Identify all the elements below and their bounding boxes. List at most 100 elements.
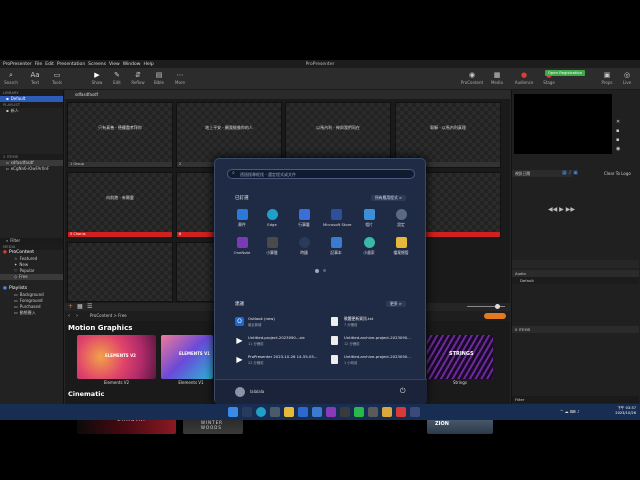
teams-icon[interactable] — [326, 407, 336, 417]
audio-layer-icon[interactable]: ◉ — [616, 145, 620, 154]
start-search-input[interactable]: 透過搜尋框找 - 選定程式或文件 — [227, 169, 415, 179]
output-preview — [514, 94, 612, 154]
page-dot[interactable] — [315, 269, 319, 273]
rec-item[interactable]: 軟體更新資訊.txt 7 分鐘前 — [331, 316, 421, 330]
app-edge[interactable]: Edge — [259, 209, 285, 227]
clock[interactable]: 下午 03:37 2023/10/26 — [615, 406, 636, 416]
slide-row3[interactable] — [67, 242, 173, 302]
all-apps-button[interactable]: 所有應用程式 > — [371, 195, 407, 201]
file-icon — [331, 336, 338, 345]
rec-item[interactable]: ▶ ProPresenter 2023-10-26 14-55-05... 22 分… — [235, 354, 325, 368]
edge-icon[interactable] — [256, 407, 266, 417]
layer-icons[interactable]: ▦ ♪ ▣ — [562, 170, 578, 176]
tag-icon: ◇ — [14, 274, 18, 279]
app-photos[interactable]: 相片 — [356, 209, 382, 228]
slide-5[interactable]: 向前跑 · 有屬靈 5 Chorus — [67, 172, 173, 238]
power-icon[interactable]: ⏻ — [400, 387, 406, 396]
app-calculator[interactable]: 小算盤 — [259, 237, 285, 256]
search-icon[interactable] — [242, 407, 252, 417]
caption-strings: Strings — [452, 380, 468, 385]
procontent-account-button[interactable] — [484, 313, 506, 319]
open-registration-button[interactable]: Open Registration — [545, 70, 585, 76]
bible-button[interactable]: ▤ Bible — [150, 71, 168, 85]
rec-item[interactable]: Untitled-archive-project-2023090... 1 小時前 — [331, 354, 421, 368]
app-paint[interactable]: 小畫家 — [356, 237, 382, 256]
grid-view-icon[interactable]: ▦ — [77, 303, 83, 310]
app-notepad[interactable]: 記事本 — [323, 237, 349, 256]
thumb-elements-v2[interactable]: ELEMENTS V2 — [77, 335, 156, 379]
app-icon[interactable] — [382, 407, 392, 417]
edge-icon — [266, 209, 278, 220]
calculator-icon — [266, 237, 278, 248]
app-onenote[interactable]: OneNote — [229, 237, 255, 255]
back-icon[interactable]: ‹ — [68, 313, 70, 319]
start-icon[interactable] — [228, 407, 238, 417]
app-icon[interactable] — [368, 407, 378, 417]
mail-icon — [236, 209, 248, 220]
more-button[interactable]: ⋯ More — [171, 71, 189, 85]
text-layer-icon[interactable]: ✕ — [616, 118, 620, 127]
clock-icon — [298, 237, 310, 248]
video-icon: ▶ — [236, 355, 243, 364]
app-settings[interactable]: 設定 — [388, 209, 414, 228]
folder-icon[interactable] — [284, 407, 294, 417]
app-calendar[interactable]: 行事曆 — [291, 209, 317, 228]
doc-icon: ▫ — [6, 166, 9, 171]
file-icon — [331, 317, 338, 326]
task-view-icon[interactable] — [270, 407, 280, 417]
add-icon[interactable]: + — [68, 303, 73, 310]
live-button[interactable]: ◎ Live — [618, 71, 636, 85]
zoom-slider-knob[interactable] — [495, 304, 500, 309]
more-button[interactable]: 更多 > — [386, 301, 406, 307]
media-layer-icon[interactable]: ▪ — [616, 136, 620, 145]
right-panel: ✕ ▪ ▪ ◉ 視訊已關 ▦ ♪ ▣ Clear To Logo ◀◀ ▶ ▶▶… — [511, 90, 640, 404]
show-button[interactable]: ▶ Show — [88, 71, 106, 85]
rewind-icon[interactable]: ◀◀ — [548, 206, 557, 213]
audio-default[interactable]: Default — [512, 277, 639, 284]
app-icon[interactable] — [410, 407, 420, 417]
avatar[interactable] — [235, 387, 245, 397]
list-view-icon[interactable]: ☰ — [87, 303, 92, 310]
page-dot[interactable] — [323, 269, 326, 272]
play-icon[interactable]: ▶ — [559, 206, 564, 213]
slide-1[interactable]: 只有真善 · 德權盡孝拜你 1 Group — [67, 102, 173, 168]
forward-icon[interactable]: › — [76, 313, 78, 319]
user-name[interactable]: lalalala — [250, 389, 264, 394]
propresenter-icon[interactable] — [396, 407, 406, 417]
audience-button[interactable]: ● Audience — [514, 71, 534, 85]
thumb-elements-v1[interactable]: ELEMENTS V1 — [161, 335, 213, 379]
calendar-icon — [298, 209, 310, 220]
lock-icon[interactable]: ▪ — [616, 127, 620, 136]
clear-to-logo-button[interactable]: Clear To Logo — [604, 171, 631, 176]
app-clock[interactable]: 時鐘 — [291, 237, 317, 256]
app-store[interactable]: Microsoft Store — [323, 209, 352, 227]
tools-button[interactable]: ▭ Tools — [48, 71, 66, 85]
edit-button[interactable]: ✎ Edit — [108, 71, 126, 85]
line-icon[interactable] — [354, 407, 364, 417]
search-button[interactable]: ⌕ Search — [2, 71, 20, 85]
tray-icons[interactable]: ^ ☁ ⌨ ♪ — [560, 409, 580, 414]
rec-item[interactable]: O Outlook (new) 最近新增 — [235, 316, 325, 330]
windows-taskbar: ^ ☁ ⌨ ♪ 下午 03:37 2023/10/26 — [0, 404, 640, 420]
media-button[interactable]: ▦ Media — [488, 71, 506, 85]
text-button[interactable]: Aa Text — [26, 71, 44, 85]
mail-icon[interactable] — [312, 407, 322, 417]
import-item[interactable]: ▭ 動態匯入 — [0, 310, 63, 316]
app-mail[interactable]: 郵件 — [229, 209, 255, 228]
rec-item[interactable]: ▶ Untitled-project-2023090...aic 11 分鐘前 — [235, 335, 325, 349]
app-icon[interactable] — [340, 407, 350, 417]
props-button[interactable]: ▣ Props — [598, 71, 616, 85]
store-icon[interactable] — [298, 407, 308, 417]
forward-icon[interactable]: ▶▶ — [566, 206, 575, 213]
reflow-button[interactable]: ⇵ Reflow — [129, 71, 147, 85]
right-filter-input[interactable]: Filter — [512, 396, 639, 403]
procontent-button[interactable]: ◉ ProContent — [460, 71, 484, 85]
book-icon: ▤ — [155, 71, 163, 79]
rec-item[interactable]: Untitled-archive-project-2023090... 12 分鐘… — [331, 335, 421, 349]
settings-icon — [395, 209, 407, 220]
thumb-strings[interactable]: STRINGS — [427, 335, 493, 379]
app-file-explorer[interactable]: 檔案總管 — [388, 237, 414, 256]
audio-toolbar — [512, 260, 639, 268]
